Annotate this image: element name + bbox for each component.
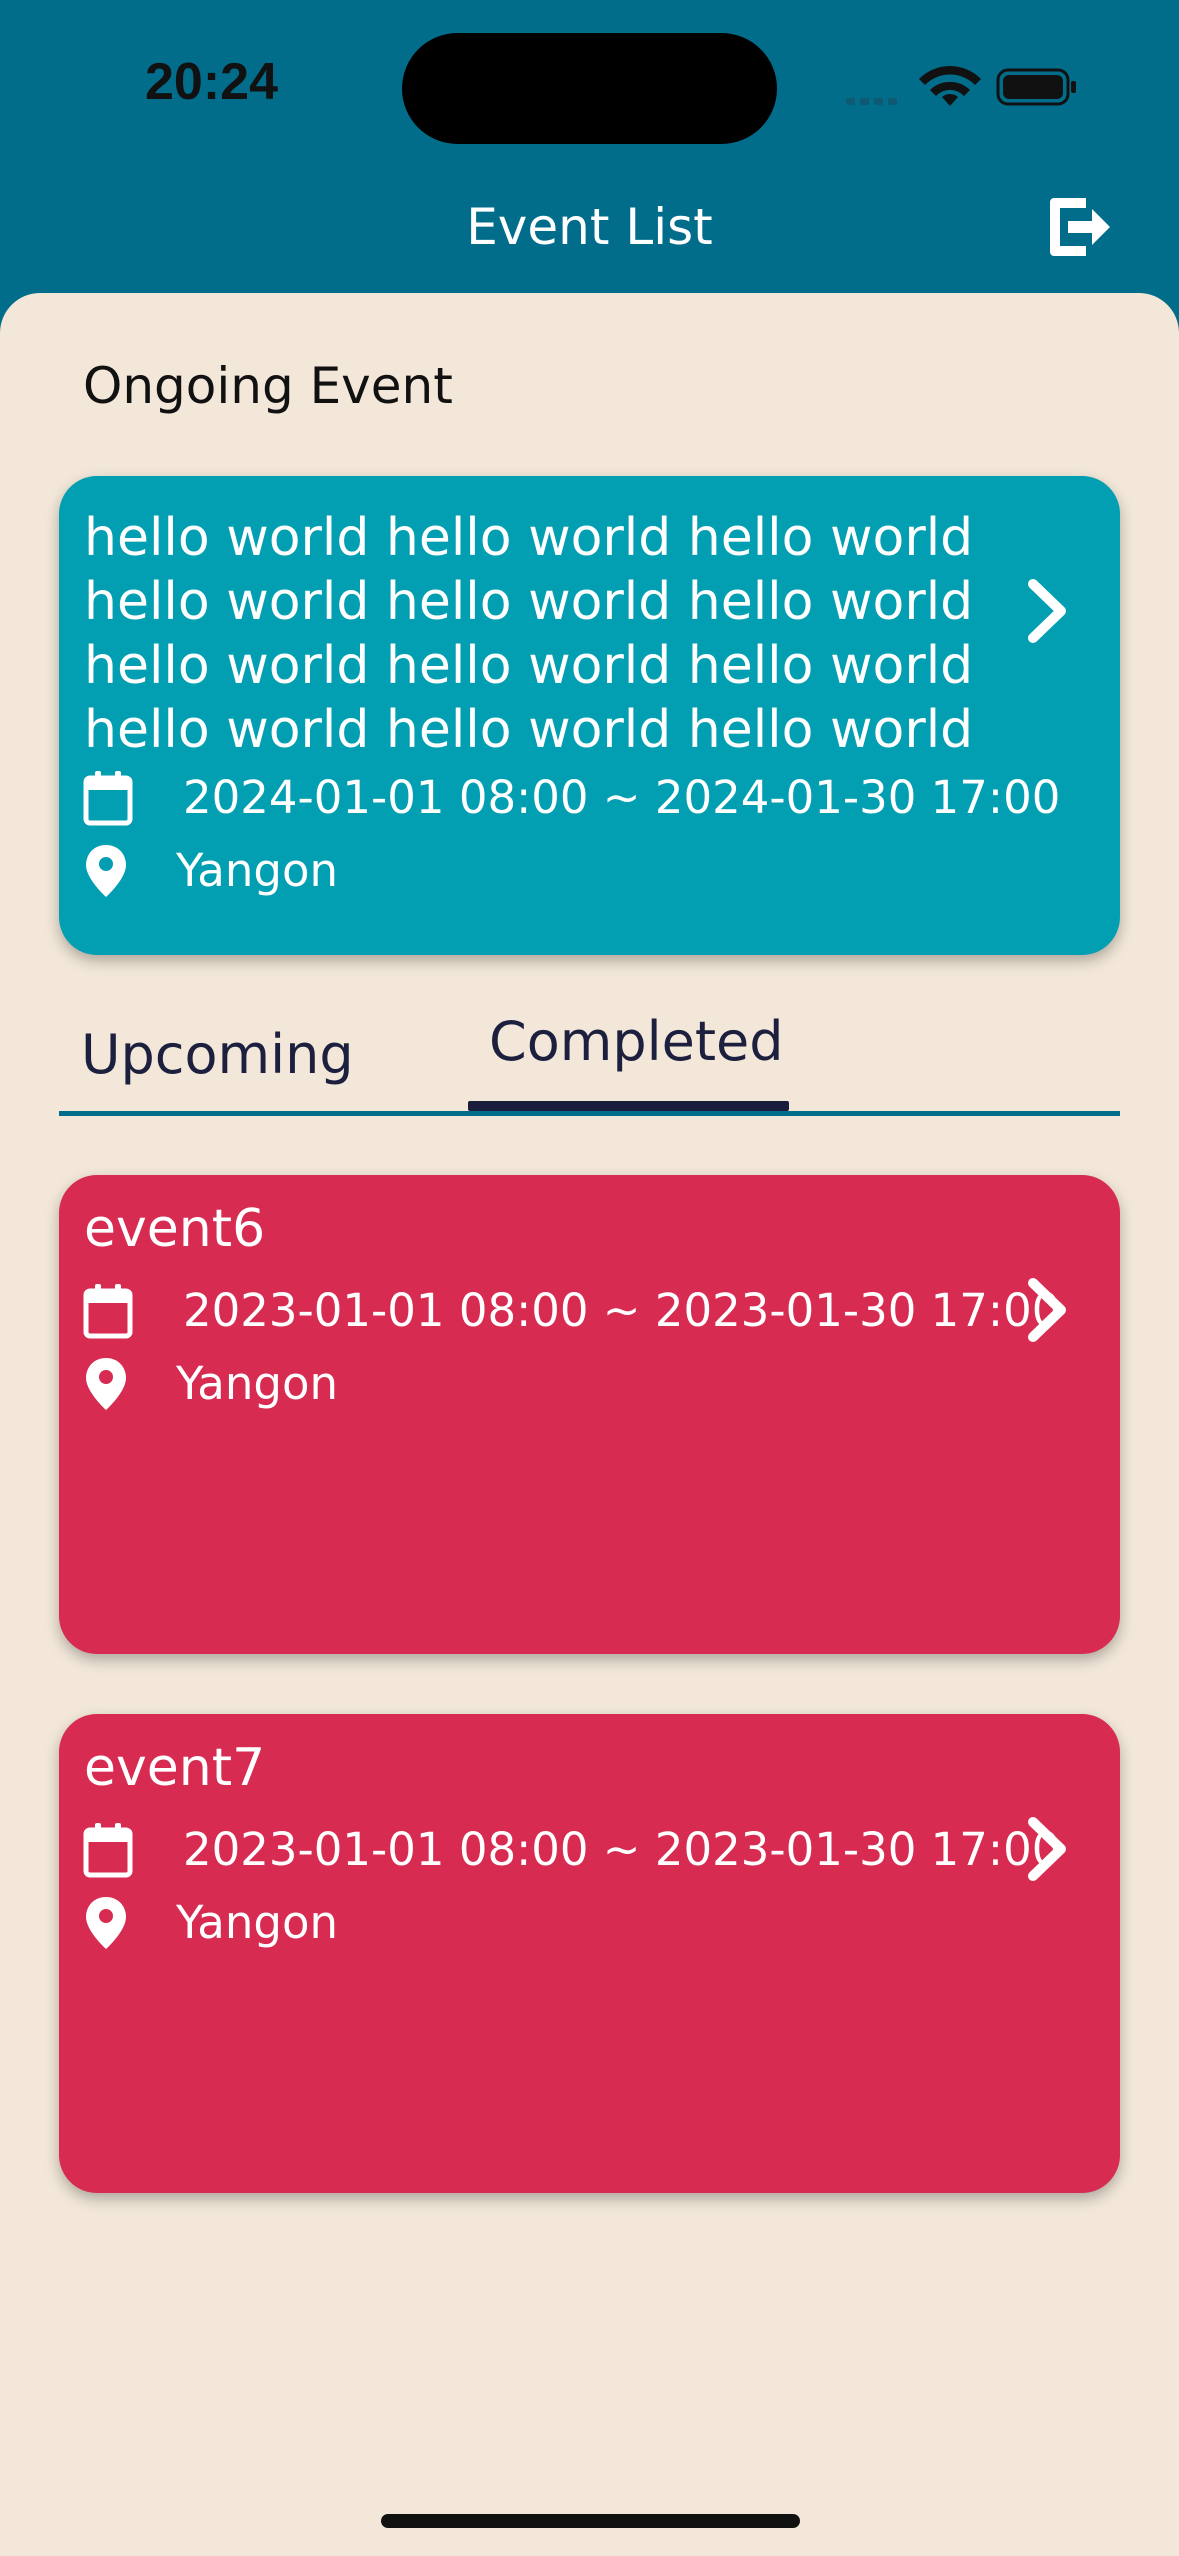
status-icons [846,66,1076,106]
tab-divider [59,1111,1120,1116]
status-time: 20:24 [145,53,278,111]
chevron-right-icon [1028,1817,1066,1881]
calendar-icon [83,1284,133,1339]
page-title: Event List [466,198,713,256]
battery-icon [996,68,1076,106]
tab-selected-indicator [468,1101,789,1111]
event-date-range: 2023-01-01 08:00 ~ 2023-01-30 17:00 [183,1284,1061,1337]
dynamic-island [402,33,777,144]
tab-completed[interactable]: Completed [489,1010,784,1110]
cellular-signal-icon [846,98,897,105]
event-tabs: Upcoming Completed [59,1010,1120,1116]
event-date-range: 2023-01-01 08:00 ~ 2023-01-30 17:00 [183,1823,1061,1876]
event-location: Yangon [176,844,339,897]
status-bar: 20:24 [0,0,1179,170]
chevron-right-icon [1028,1278,1066,1342]
chevron-right-icon [1028,579,1066,643]
event-title: event6 [84,1199,266,1259]
event-card[interactable]: event7 2023-01-01 08:00 ~ 2023-01-30 17:… [59,1714,1120,2193]
event-location: Yangon [176,1896,339,1949]
wifi-icon [919,66,981,106]
home-indicator [381,2514,800,2528]
calendar-icon [83,1823,133,1878]
ongoing-event-card[interactable]: hello world hello world hello world hell… [59,476,1120,955]
ongoing-section-title: Ongoing Event [83,357,453,415]
tab-upcoming[interactable]: Upcoming [81,1023,354,1123]
event-title: event7 [84,1738,266,1798]
app-header: Event List [0,170,1179,295]
logout-icon[interactable] [1046,192,1112,262]
calendar-icon [83,771,133,826]
event-date-range: 2024-01-01 08:00 ~ 2024-01-30 17:00 [183,771,1061,824]
location-pin-icon [86,845,126,897]
event-title: hello world hello world hello world hell… [84,508,974,760]
location-pin-icon [86,1897,126,1949]
event-location: Yangon [176,1357,339,1410]
event-card[interactable]: event6 2023-01-01 08:00 ~ 2023-01-30 17:… [59,1175,1120,1654]
location-pin-icon [86,1358,126,1410]
